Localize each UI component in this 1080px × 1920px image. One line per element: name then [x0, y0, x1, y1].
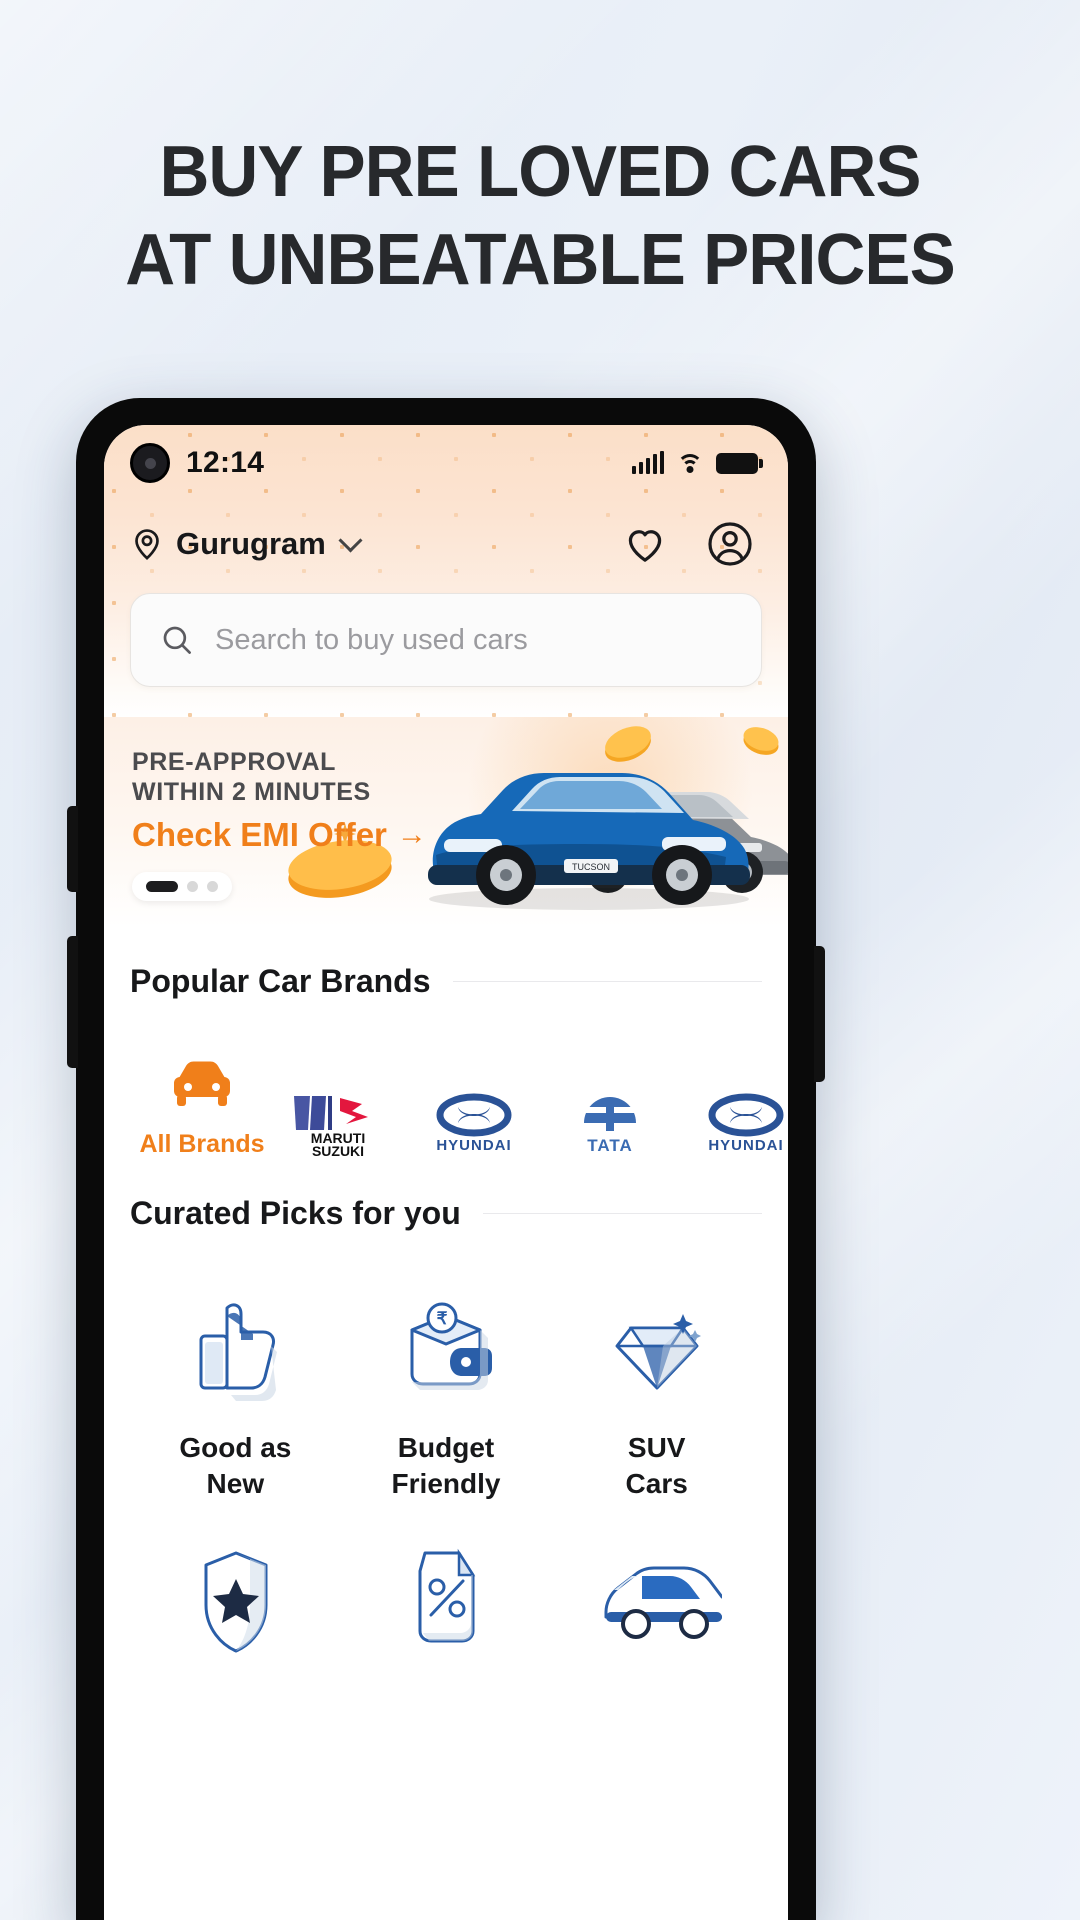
- heart-icon[interactable]: [622, 521, 668, 567]
- banner-line-1: PRE-APPROVAL: [132, 748, 336, 776]
- poster-headline: BUY PRE LOVED CARS AT UNBEATABLE PRICES: [22, 128, 1059, 304]
- thumbs-up-icon: [130, 1284, 341, 1404]
- curated-pick-label: SUV Cars: [625, 1432, 688, 1499]
- section-divider: [482, 1212, 762, 1215]
- headline-line-1: BUY PRE LOVED CARS: [159, 132, 921, 212]
- svg-text:TATA: TATA: [587, 1136, 633, 1155]
- brand-item-hyundai-2[interactable]: HYUNDAI: [678, 1089, 788, 1159]
- brand-item-tata[interactable]: TATA: [542, 1089, 678, 1159]
- brand-item-maruti-suzuki[interactable]: MARUTI SUZUKI: [270, 1089, 406, 1159]
- curated-picks-title: Curated Picks for you: [130, 1195, 461, 1231]
- curated-pick-budget-friendly[interactable]: ₹ Budget Friendly: [341, 1284, 552, 1502]
- location-bar: Gurugram: [104, 501, 788, 587]
- brand-list[interactable]: All Brands MARUTI SUZUKI HYUNDAI TATA HY…: [130, 1048, 784, 1159]
- wallet-rupee-icon: ₹: [341, 1284, 552, 1404]
- phone-screen: 12:14 Gurugram Search to buy used cars T…: [104, 425, 788, 1920]
- blue-car-image: TUCSON: [428, 773, 750, 910]
- arrow-right-icon: →: [396, 818, 427, 851]
- check-emi-offer-button[interactable]: Check EMI Offer →: [132, 816, 427, 854]
- carousel-dot[interactable]: [207, 881, 218, 892]
- phone-mockup: 12:14 Gurugram Search to buy used cars T…: [67, 398, 825, 1920]
- battery-full-icon: [716, 452, 763, 474]
- location-pin-icon: [135, 529, 159, 560]
- popular-brands-section: Popular Car Brands All Brands MARUTI SUZ…: [104, 963, 788, 1159]
- search-area: Search to buy used cars: [104, 587, 788, 687]
- search-icon: [163, 626, 191, 654]
- svg-text:₹: ₹: [437, 1309, 448, 1328]
- curated-pick-label: Budget Friendly: [391, 1432, 501, 1499]
- user-account-icon[interactable]: [706, 520, 754, 568]
- svg-text:HYUNDAI: HYUNDAI: [708, 1137, 783, 1154]
- diamond-icon: [551, 1284, 762, 1404]
- maruti-suzuki-logo: MARUTI SUZUKI: [270, 1089, 406, 1159]
- tata-logo: TATA: [542, 1089, 678, 1159]
- curated-pick-assured[interactable]: [130, 1544, 341, 1654]
- phone-volume-up-button[interactable]: [67, 806, 78, 892]
- brand-item-hyundai[interactable]: HYUNDAI: [406, 1089, 542, 1159]
- discount-tag-icon: [341, 1544, 552, 1654]
- svg-text:HYUNDAI: HYUNDAI: [436, 1137, 511, 1154]
- wifi-icon: [677, 453, 703, 473]
- carousel-dot[interactable]: [187, 881, 198, 892]
- brand-item-all-brands[interactable]: All Brands: [134, 1048, 270, 1159]
- curated-picks-row-1: Good as New ₹ Budget Friendly SUV Cars: [130, 1284, 762, 1502]
- curated-pick-label: Good as New: [179, 1432, 292, 1499]
- phone-volume-down-button[interactable]: [67, 936, 78, 1068]
- car-front-icon: [134, 1048, 270, 1118]
- banner-text: PRE-APPROVAL WITHIN 2 MINUTES Check EMI …: [132, 747, 427, 854]
- phone-power-button[interactable]: [814, 946, 825, 1082]
- cellular-signal-icon: [631, 451, 664, 474]
- section-divider: [452, 980, 762, 983]
- status-bar-time: 12:14: [186, 446, 265, 479]
- svg-text:TUCSON: TUCSON: [572, 862, 610, 872]
- van-icon: [551, 1544, 762, 1654]
- svg-text:SUZUKI: SUZUKI: [312, 1143, 364, 1158]
- location-name: Gurugram: [176, 526, 326, 561]
- curated-pick-good-as-new[interactable]: Good as New: [130, 1284, 341, 1502]
- front-camera-punch-hole: [130, 443, 170, 483]
- shield-star-icon: [130, 1544, 341, 1654]
- location-selector[interactable]: Gurugram: [130, 526, 363, 562]
- banner-carousel-dots[interactable]: [132, 872, 232, 901]
- curated-pick-offers[interactable]: [341, 1544, 552, 1654]
- hyundai-logo: HYUNDAI: [678, 1089, 788, 1159]
- search-bar[interactable]: Search to buy used cars: [130, 593, 762, 687]
- app-header: 12:14 Gurugram Search to buy used cars: [104, 425, 788, 717]
- curated-pick-family-cars[interactable]: [551, 1544, 762, 1654]
- curated-picks-row-2: [130, 1544, 762, 1654]
- popular-brands-title: Popular Car Brands: [130, 963, 431, 999]
- chevron-down-icon: [338, 528, 363, 553]
- brand-label: All Brands: [139, 1130, 265, 1158]
- carousel-dot-active[interactable]: [146, 881, 178, 892]
- check-emi-offer-label: Check EMI Offer: [132, 816, 387, 853]
- banner-line-2: WITHIN 2 MINUTES: [132, 778, 371, 806]
- curated-picks-header: Curated Picks for you: [130, 1195, 762, 1232]
- search-input[interactable]: Search to buy used cars: [215, 624, 528, 657]
- status-bar: 12:14: [104, 425, 788, 501]
- hyundai-logo: HYUNDAI: [406, 1089, 542, 1159]
- popular-brands-header: Popular Car Brands: [130, 963, 762, 1000]
- headline-line-2: AT UNBEATABLE PRICES: [125, 220, 955, 300]
- curated-picks-section: Curated Picks for you Good as New ₹ Budg…: [104, 1195, 788, 1654]
- emi-promo-banner[interactable]: TUCSON PRE-APPROVAL WITHIN 2 MINUTES Che…: [104, 717, 788, 927]
- curated-pick-suv-cars[interactable]: SUV Cars: [551, 1284, 762, 1502]
